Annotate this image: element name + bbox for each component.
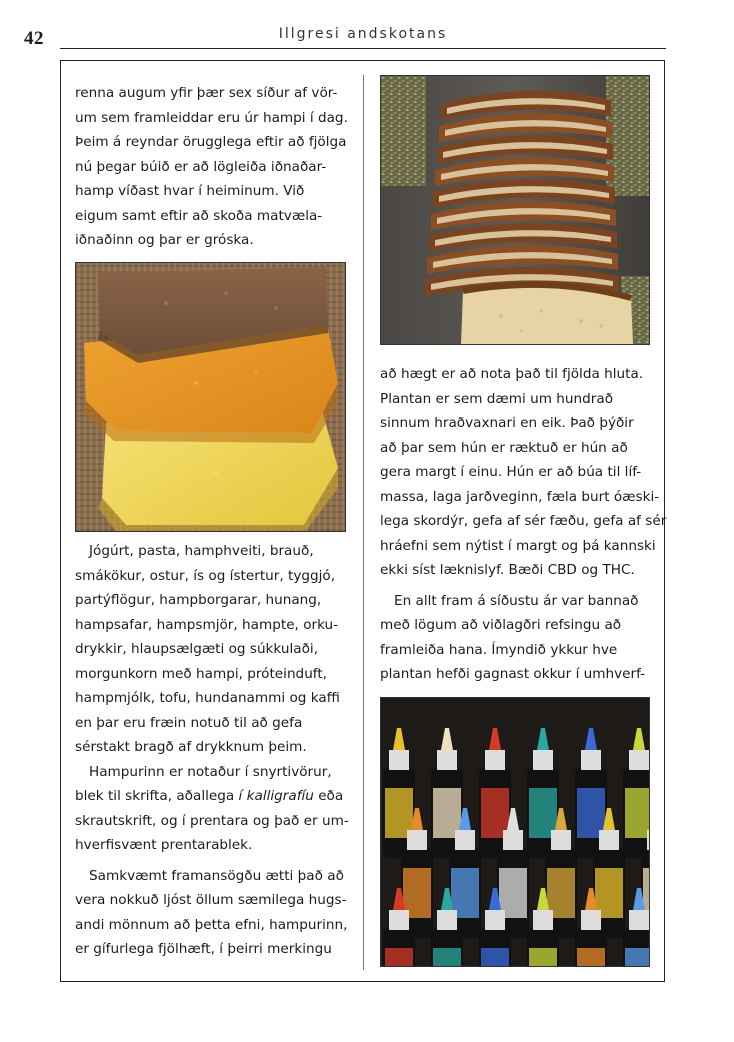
left-column-intro-text: renna augum yfir þær sex síður af vör- u… bbox=[75, 81, 348, 253]
text-line: lega skordýr, gefa af sér fæðu, gefa af … bbox=[380, 513, 667, 529]
text-line: iðnaðinn og þar er gróska. bbox=[75, 232, 254, 248]
text-line: nú þegar búið er að lögleiða iðnaðar- bbox=[75, 158, 327, 175]
text-fragment: eða bbox=[313, 788, 344, 804]
text-line: hráefni sem nýtist í margt og þá kannski bbox=[380, 537, 656, 554]
italic-term: í kalligrafíu bbox=[238, 788, 314, 804]
text-line: Þeim á reyndar örugglega eftir að fjölga bbox=[75, 134, 347, 150]
text-line: Samkvæmt framansögðu ætti það að bbox=[89, 867, 344, 884]
text-line: gera margt í einu. Hún er að búa til líf… bbox=[380, 464, 642, 480]
text-line: eigum samt eftir að skoða matvæla- bbox=[75, 207, 323, 224]
left-column-body-text: Jógúrt, pasta, hamphveiti, brauð, smákök… bbox=[75, 539, 349, 962]
text-line: framleiða hana. Ímyndið ykkur hve bbox=[380, 641, 618, 658]
text-line: Plantan er sem dæmi um hundrað bbox=[380, 390, 614, 407]
text-line: renna augum yfir þær sex síður af vör- bbox=[75, 85, 338, 101]
text-line: að þar sem hún er ræktuð er hún að bbox=[380, 439, 628, 456]
text-line: skrautskrift, og í prentara og það er um… bbox=[75, 812, 349, 829]
text-line: vera nokkuð ljóst öllum sæmilega hugs- bbox=[75, 892, 347, 908]
right-column-body-text: að hægt er að nota það til fjölda hluta.… bbox=[380, 362, 666, 687]
text-line: en þar eru fræin notuð til að gefa bbox=[75, 714, 303, 731]
text-line: plantan hefði gagnast okkur í umhverf- bbox=[380, 666, 646, 682]
text-line: hampsafar, hampsmjör, hampte, orku- bbox=[75, 616, 339, 633]
text-line: En allt fram á síðustu ár var bannað bbox=[394, 592, 639, 609]
text-line: smákökur, ostur, ís og ístertur, tyggjó, bbox=[75, 567, 336, 584]
text-line: massa, laga jarðveginn, fæla burt óæski- bbox=[380, 488, 660, 505]
text-line: sérstakt bragð af drykknum þeim. bbox=[75, 739, 307, 755]
hemp-soap-bars-photo bbox=[75, 262, 346, 532]
text-line: með lögum að viðlagðri refsingu að bbox=[380, 617, 622, 633]
page-number: 42 bbox=[24, 28, 44, 49]
text-line: partýflögur, hampborgarar, hunang, bbox=[75, 592, 322, 608]
text-line: blek til skrifta, aðallega í kalligrafíu… bbox=[75, 784, 349, 809]
header-rule bbox=[60, 48, 666, 49]
ink-bottles-photo bbox=[380, 697, 650, 967]
text-fragment: blek til skrifta, aðallega bbox=[75, 788, 239, 804]
text-line: um sem framleiddar eru úr hampi í dag. bbox=[75, 109, 348, 126]
text-line: Hampurinn er notaður í snyrtivörur, bbox=[89, 763, 332, 780]
text-line: Jógúrt, pasta, hamphveiti, brauð, bbox=[89, 543, 314, 559]
text-line: ekki síst læknislyf. Bæði CBD og THC. bbox=[380, 562, 635, 578]
text-line: drykkir, hlaupsælgæti og súkkulaði, bbox=[75, 641, 319, 657]
text-line: sinnum hraðvaxnari en eik. Það þýðir bbox=[380, 415, 634, 431]
sliced-hemp-bread-photo bbox=[380, 75, 650, 345]
text-line: morgunkorn með hampi, próteinduft, bbox=[75, 665, 328, 682]
running-head: Illgresi andskotans bbox=[278, 26, 448, 42]
text-line: andi mönnum að þetta efni, hampurinn, bbox=[75, 916, 348, 933]
text-line: hverfisvænt prentarablek. bbox=[75, 837, 253, 853]
column-divider bbox=[363, 75, 364, 970]
text-line: hampmjólk, tofu, hundanammi og kaffi bbox=[75, 690, 340, 706]
text-line: er gífurlega fjölhæft, í þeirri merkingu bbox=[75, 941, 332, 957]
text-line: að hægt er að nota það til fjölda hluta. bbox=[380, 366, 644, 382]
text-line: hamp víðast hvar í heiminum. Við bbox=[75, 183, 305, 199]
